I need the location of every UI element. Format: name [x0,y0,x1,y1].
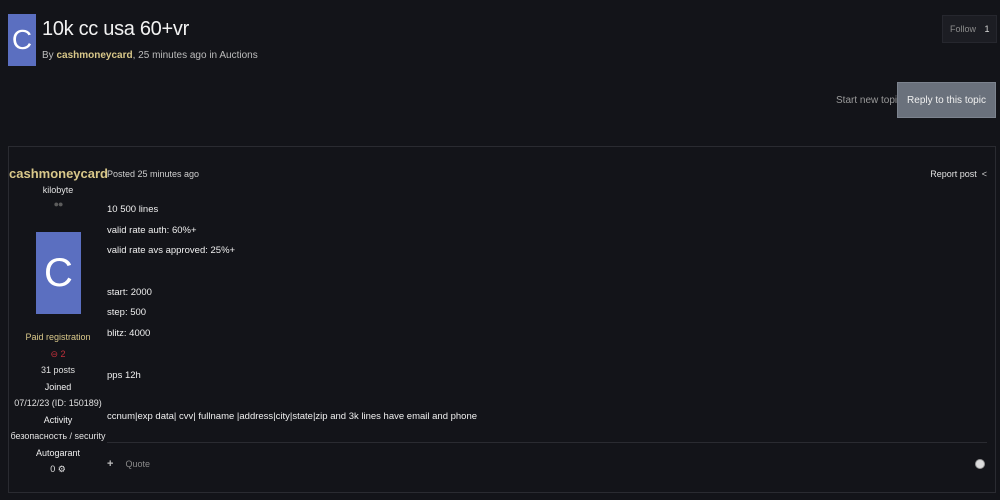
rank-dots-icon: ●● [53,199,64,209]
post-date[interactable]: Posted 25 minutes ago [107,169,199,179]
author-info: Paid registration ⊖ 2 31 posts Joined 07… [9,329,107,478]
post-line [107,262,967,283]
post-line: valid rate avs approved: 25%+ [107,245,236,257]
activity-label: Activity [43,414,73,425]
topic-author-link[interactable]: cashmoneycard [56,50,132,61]
follow-button[interactable]: Follow 1 [942,15,997,43]
report-post-label: Report post [930,169,977,179]
activity-value: безопасность / security [10,431,106,441]
post-line [107,345,967,366]
post-line: 10 500 lines [107,204,159,215]
post-author-name[interactable]: cashmoneycard [9,166,108,181]
report-post-link[interactable]: Report post < [930,169,987,179]
author-rank: kilobyte [42,185,74,195]
post-divider [107,442,987,443]
post-line: blitz: 4000 [107,328,151,340]
post-line: start: 2000 [107,286,152,298]
reply-to-topic-button[interactable]: Reply to this topic [897,82,996,118]
joined-label: Joined [44,381,72,392]
post-actions: + Quote [107,458,150,470]
post-author-panel: cashmoneycard kilobyte ●● C Paid registr… [9,147,108,492]
post-author-avatar[interactable]: C [36,232,81,314]
follow-count: 1 [984,24,990,34]
post: cashmoneycard kilobyte ●● C Paid registr… [8,146,996,493]
share-icon[interactable]: < [982,169,987,179]
page-title: 10k cc usa 60+vr [42,18,189,40]
author-group: Paid registration [25,332,91,342]
start-new-topic-link[interactable]: Start new topic [836,95,902,106]
autogarant-label: Autogarant [35,447,81,458]
post-line: valid rate auth: 60%+ [107,224,197,236]
topic-author-avatar[interactable]: C [8,14,36,66]
joined-value: 07/12/23 (ID: 150189) [14,398,102,408]
post-line: step: 500 [107,307,147,319]
author-post-count: 31 posts [40,365,76,375]
autogarant-value: 0 [50,464,56,474]
plus-icon[interactable]: + [107,458,113,470]
quote-button[interactable]: Quote [125,459,150,469]
autogarant-icon: ⚙ [57,464,66,474]
meta-suffix: , 25 minutes ago in Auctions [132,50,258,61]
reaction-icon[interactable] [975,459,985,469]
post-content: 10 500 lines valid rate auth: 60%+ valid… [107,200,967,428]
meta-prefix: By [42,50,57,61]
post-body: Posted 25 minutes ago Report post < 10 50… [107,147,995,492]
autogarant-row: 0 ⚙ [9,461,107,478]
topic-meta: By cashmoneycard, 25 minutes ago in Auct… [42,50,258,61]
post-line: pps 12h [107,369,141,381]
follow-label: Follow [950,24,977,34]
reputation-badge: ⊖ 2 [50,348,66,359]
post-line [107,386,967,407]
post-line: ccnum|exp data| cvv| fullname |address|c… [107,410,478,422]
